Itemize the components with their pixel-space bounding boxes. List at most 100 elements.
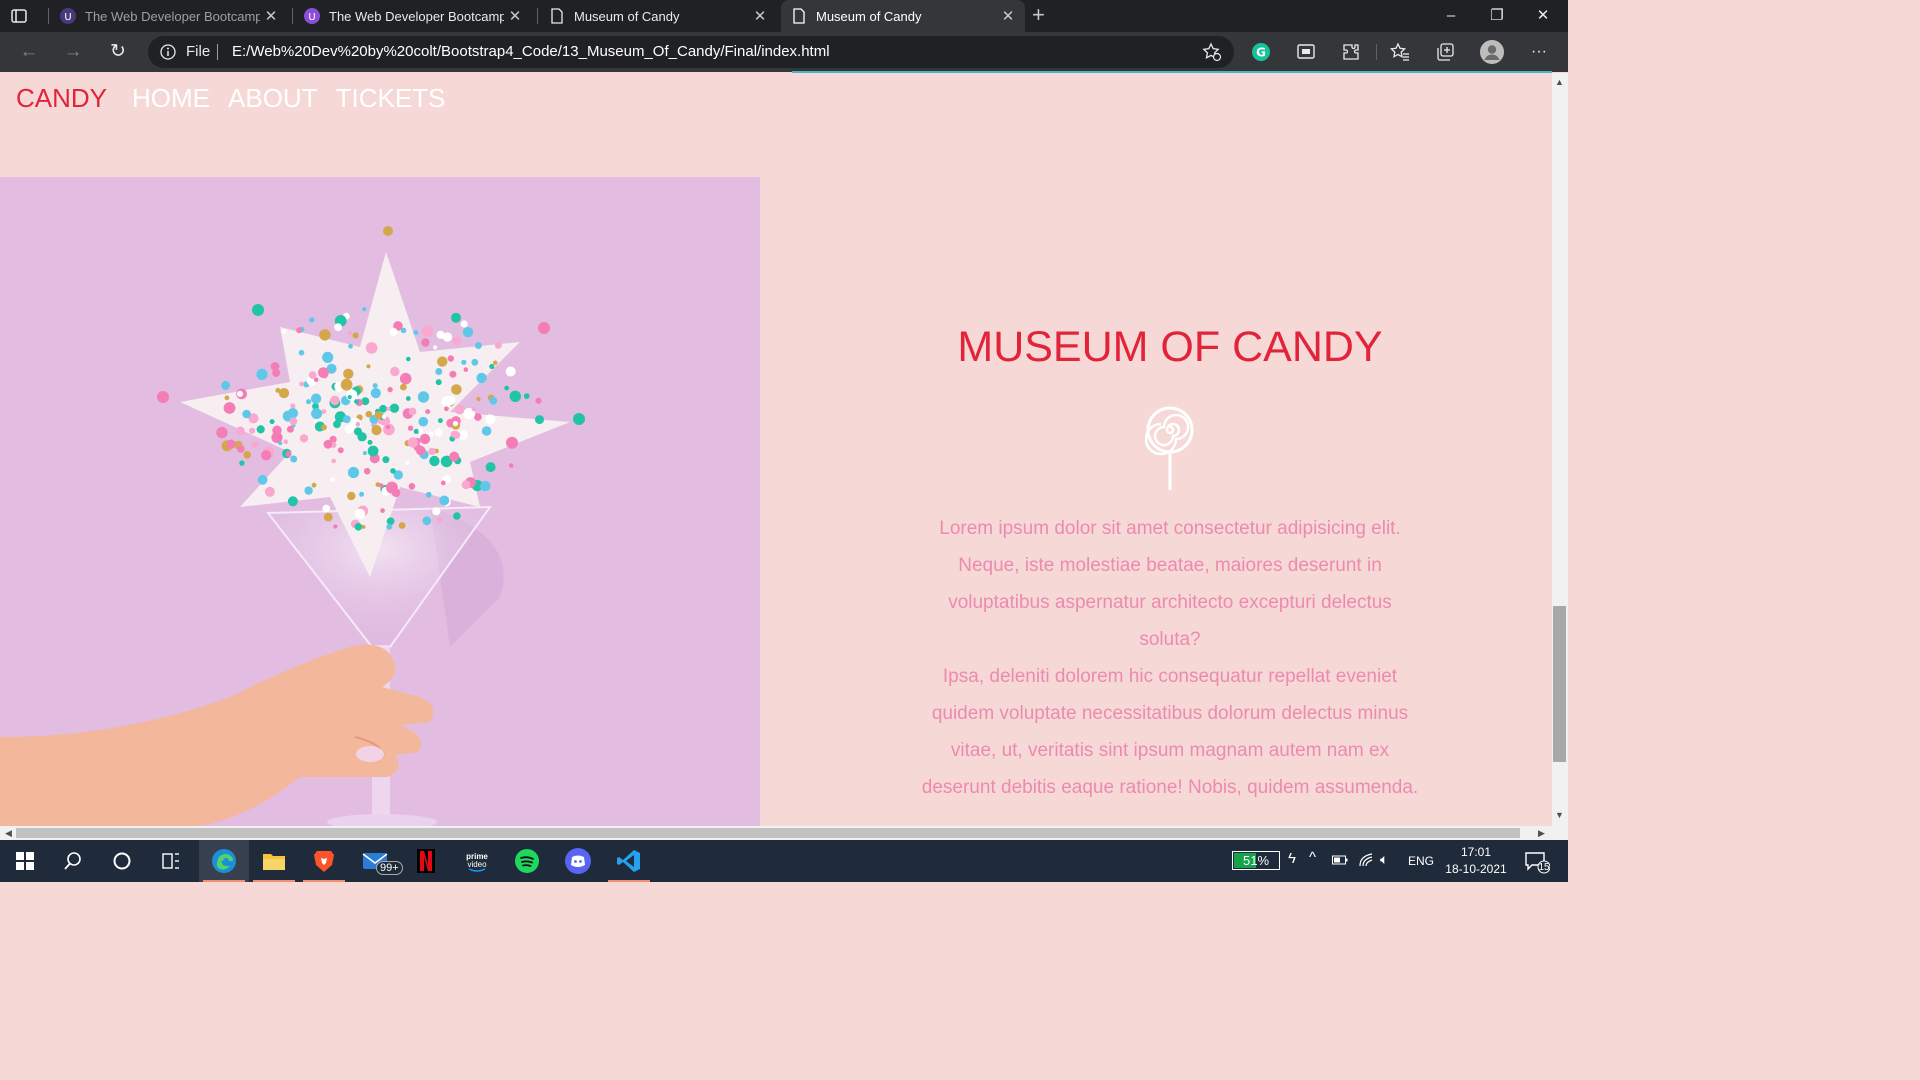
reload-button[interactable]: ↻ [107,41,129,63]
chevron-up-icon[interactable]: ^ [1309,849,1316,866]
tab-webdev-2[interactable]: U The Web Developer Bootcamp 2 ✕ [300,0,532,32]
sprinkle [425,409,431,415]
windows-start-icon[interactable] [0,840,50,882]
description-line: Lorem ipsum dolor sit amet consectetur a… [939,518,1401,539]
sprinkle [413,428,419,434]
nav-link-home[interactable]: HOME [132,83,210,114]
clock[interactable]: 17:01 18-10-2021 [1444,844,1508,878]
new-tab-button[interactable]: + [1032,4,1045,26]
scroll-up-arrow[interactable]: ▲ [1555,77,1564,87]
sprinkle [378,483,384,488]
mail-icon[interactable]: 99+ [350,840,403,882]
sprinkle [347,466,360,479]
address-bar[interactable]: File E:/Web%20Dev%20by%20colt/Bootstrap4… [148,36,1234,68]
windows-taskbar: 99+ prime video 51% ϟ ^ 🔈︎ ENG 17:01 18-1… [0,840,1568,882]
sprinkle [346,389,358,401]
tab-museum-active[interactable]: Museum of Candy ✕ [781,0,1025,32]
tab-webdev-1[interactable]: U The Web Developer Bootcamp 2 ✕ [56,0,288,32]
sprinkle [485,414,496,425]
sprinkle [224,395,230,401]
sprinkle [354,508,366,520]
favorites-icon[interactable] [1390,42,1410,62]
wifi-icon[interactable] [1358,852,1374,868]
vertical-scroll-thumb[interactable] [1553,606,1566,762]
info-icon[interactable] [160,44,176,60]
back-button[interactable]: ← [18,41,40,63]
vscode-icon[interactable] [604,840,654,882]
close-icon[interactable]: ✕ [749,7,771,25]
sprinkle [382,456,390,464]
sprinkle [357,432,367,442]
sprinkle [362,307,367,312]
restore-button[interactable]: ❐ [1474,0,1520,32]
sprinkle [398,522,406,529]
discord-icon[interactable] [553,840,603,882]
volume-icon[interactable]: 🔈︎ [1380,851,1388,868]
sprinkle [450,430,458,438]
close-icon[interactable]: ✕ [504,7,526,25]
sprinkle [330,477,335,483]
close-icon[interactable]: ✕ [997,7,1019,25]
description-line: vitae, ut, veritatis sint ipsum magnam a… [950,740,1390,761]
sprinkle [311,482,317,488]
close-icon[interactable]: ✕ [260,7,282,25]
nav-link-about[interactable]: ABOUT [228,83,318,114]
collections-icon[interactable] [1435,42,1455,62]
sprinkle [348,343,353,349]
sprinkle [535,397,542,404]
sprinkle [321,409,327,414]
scroll-left-arrow[interactable]: ◀ [5,828,12,839]
netflix-icon[interactable] [401,840,451,882]
brave-icon[interactable] [299,840,349,882]
brand-link[interactable]: CANDY [16,83,107,114]
sprinkle [451,384,462,395]
forward-button[interactable]: → [62,41,84,63]
sprinkle [422,516,432,526]
settings-more-icon[interactable]: ··· [1528,41,1550,63]
immersive-reader-icon[interactable] [1296,42,1316,62]
prime-video-icon[interactable]: prime video [452,840,502,882]
sprinkle [389,328,398,336]
nav-link-tickets[interactable]: TICKETS [336,83,446,114]
sprinkle [347,395,352,400]
notification-center-icon[interactable]: 15 [1524,850,1551,879]
minimize-button[interactable]: – [1428,0,1474,32]
sprinkle [460,320,468,328]
search-icon[interactable] [48,840,98,882]
clock-time: 17:01 [1460,845,1492,859]
grammarly-icon[interactable]: G [1251,42,1271,62]
sprinkle [286,425,294,433]
cortana-icon[interactable] [97,840,147,882]
tab-actions-icon[interactable] [10,7,28,25]
site-navbar: CANDY HOME ABOUT TICKETS [16,83,463,114]
tab-museum-1[interactable]: Museum of Candy ✕ [545,0,777,32]
sprinkle [452,421,459,427]
sprinkle [505,366,516,377]
sprinkle [371,425,382,436]
sprinkle [386,406,391,411]
toolbar-separator [1376,44,1377,60]
horizontal-scroll-thumb[interactable] [16,828,1520,838]
add-favorite-icon[interactable] [1202,42,1222,62]
battery-indicator[interactable]: 51% [1232,851,1280,870]
hero-content: MUSEUM OF CANDY Lorem ipsum dolor sit am… [870,323,1470,806]
sprinkle [290,403,296,409]
profile-avatar-icon[interactable] [1480,40,1504,64]
power-icon[interactable] [1332,854,1348,866]
language-indicator[interactable]: ENG [1408,854,1434,868]
url-text[interactable]: E:/Web%20Dev%20by%20colt/Bootstrap4_Code… [232,43,830,60]
close-window-button[interactable]: ✕ [1520,0,1566,32]
description-line: Neque, iste molestiae beatae, maiores de… [958,555,1382,576]
task-view-icon[interactable] [146,840,196,882]
sprinkle [407,437,419,448]
sprinkle [296,327,302,334]
sprinkle [367,445,379,457]
extensions-icon[interactable] [1341,42,1361,62]
sprinkle [278,441,283,446]
spotify-icon[interactable] [502,840,552,882]
sprinkle [354,523,363,531]
edge-icon[interactable] [199,840,249,882]
file-explorer-icon[interactable] [249,840,299,882]
scroll-right-arrow[interactable]: ▶ [1538,828,1545,839]
scroll-down-arrow[interactable]: ▼ [1555,810,1564,820]
